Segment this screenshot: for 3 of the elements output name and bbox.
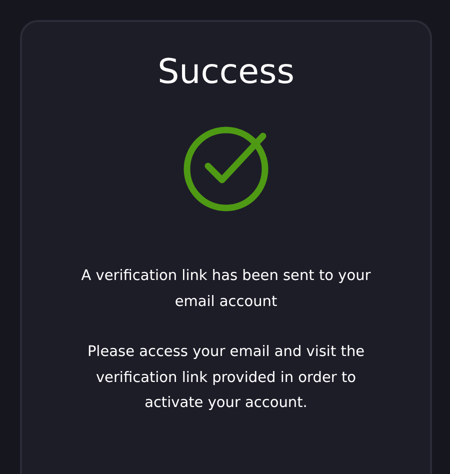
message-text: Please access your email and visit the verification link provided in order to activate your account. <box>86 343 366 413</box>
dialog-title: Success <box>156 51 296 94</box>
message-text: A verification link has been sent to your email account <box>80 267 372 312</box>
